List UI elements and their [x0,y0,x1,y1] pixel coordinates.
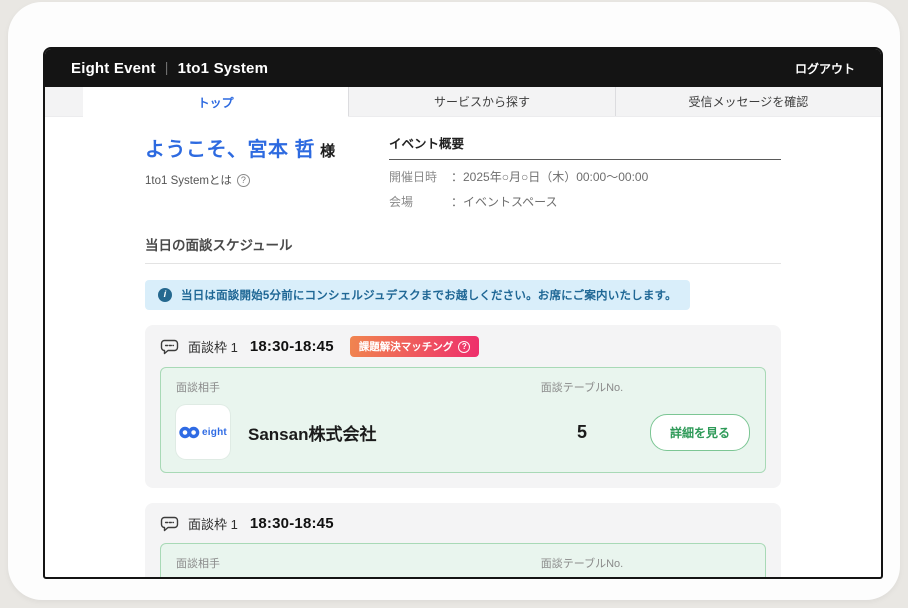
company-name: Sansan株式会社 [248,420,376,445]
welcome-heading: ようこそ、宮本 哲様 [145,133,389,162]
partner-row: eight Sansan株式会社 [176,405,536,459]
about-system-label: 1to1 Systemとは [145,172,232,188]
event-date-row: 開催日時 ：2025年○月○日（木）00:00〜00:00 [389,168,781,185]
table-no-label: 面談テーブルNo. [536,379,628,395]
slot-time: 18:30-18:45 [250,338,334,355]
welcome-honorific: 様 [320,143,336,160]
notice-text: 当日は面談開始5分前にコンシェルジュデスクまでお越しください。お席にご案内いたし… [181,287,677,303]
slot-header: 面談枠 1 18:30-18:45 課題解決マッチング ? [160,336,766,357]
tab-search-services[interactable]: サービスから探す [348,87,614,116]
partner-card: 面談相手 面談テーブルNo. sansan Sansan株式会社 [160,543,766,579]
event-venue-value: ：イベントスペース [451,193,558,210]
brand-secondary: 1to1 System [178,60,269,77]
badge-help-icon[interactable]: ? [458,341,470,353]
tab-check-messages[interactable]: 受信メッセージを確認 [615,87,881,116]
page-background: Eight Event | 1to1 System ログアウト トップ サービス… [0,0,908,608]
eight-infinity-icon [179,426,200,439]
event-venue-row: 会場 ：イベントスペース [389,193,781,210]
chat-bubble-icon [160,339,179,355]
event-date-label: 開催日時 [389,168,451,185]
event-date-value: ：2025年○月○日（木）00:00〜00:00 [451,168,648,185]
event-overview: イベント概要 開催日時 ：2025年○月○日（木）00:00〜00:00 会場 … [389,133,781,210]
detail-button[interactable]: 詳細を見る [650,414,750,451]
welcome-greeting: ようこそ、宮本 哲 [145,139,315,161]
eight-wordmark: eight [202,427,227,438]
event-venue-label: 会場 [389,193,451,210]
tab-bar-spacer [45,87,83,116]
meeting-slot-card: 面談枠 1 18:30-18:45 課題解決マッチング ? 面談相手 面談テーブ… [145,325,781,488]
main-content: ようこそ、宮本 哲様 1to1 Systemとは ? イベント概要 開催日時 ：… [45,133,881,579]
eight-logo: eight [176,405,230,459]
brand-divider: | [165,59,169,75]
table-number: 5 [536,422,628,443]
slot-time: 18:30-18:45 [250,515,334,532]
notice-wrap: i 当日は面談開始5分前にコンシェルジュデスクまでお越しください。お席にご案内い… [145,280,781,310]
about-system-link[interactable]: 1to1 Systemとは ? [145,172,250,188]
info-icon: i [158,288,172,302]
partner-label: 面談相手 [176,555,536,571]
welcome-section: ようこそ、宮本 哲様 1to1 Systemとは ? [145,133,389,210]
brand-primary: Eight Event [71,60,156,77]
tab-bar: トップ サービスから探す 受信メッセージを確認 [45,87,881,117]
meeting-slot-card: 面談枠 1 18:30-18:45 面談相手 面談テーブルNo. sansan [145,503,781,579]
slot-label: 面談枠 1 [188,337,238,356]
table-no-label: 面談テーブルNo. [536,555,628,571]
top-row: ようこそ、宮本 哲様 1to1 Systemとは ? イベント概要 開催日時 ：… [145,133,781,210]
concierge-notice-banner: i 当日は面談開始5分前にコンシェルジュデスクまでお越しください。お席にご案内い… [145,280,690,310]
app-window: Eight Event | 1to1 System ログアウト トップ サービス… [43,47,883,579]
slot-label: 面談枠 1 [188,514,238,533]
partner-label: 面談相手 [176,379,536,395]
schedule-section-title: 当日の面談スケジュール [145,234,781,264]
device-frame-card: Eight Event | 1to1 System ログアウト トップ サービス… [8,2,900,600]
app-header-bar: Eight Event | 1to1 System ログアウト [45,49,881,87]
tab-top[interactable]: トップ [83,87,348,117]
logout-button[interactable]: ログアウト [795,60,855,77]
event-overview-title: イベント概要 [389,133,781,160]
slot-header: 面談枠 1 18:30-18:45 [160,514,766,533]
help-icon[interactable]: ? [237,174,250,187]
matching-badge-label: 課題解決マッチング [359,339,454,354]
matching-badge: 課題解決マッチング ? [350,336,480,357]
brand: Eight Event | 1to1 System [71,60,268,77]
chat-bubble-icon [160,516,179,532]
partner-card: 面談相手 面談テーブルNo. eight [160,367,766,473]
